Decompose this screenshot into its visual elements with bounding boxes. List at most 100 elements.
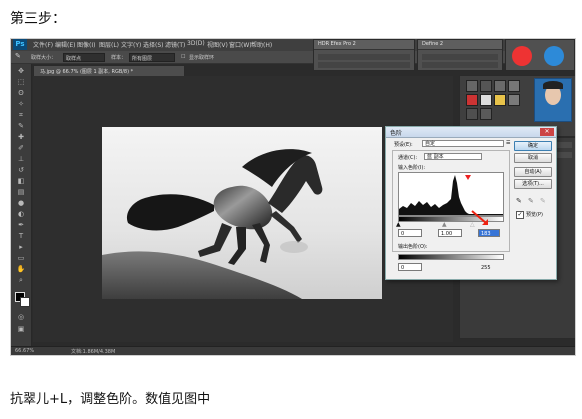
- adjustment-icon[interactable]: [466, 94, 478, 106]
- panel-define-title: Define 2: [422, 41, 444, 47]
- zoom-tool-icon[interactable]: ⌕: [15, 275, 27, 285]
- adjustment-icon[interactable]: [508, 80, 520, 92]
- menu-type[interactable]: 文字(Y): [121, 40, 141, 49]
- input-levels-label: 输入色阶(I):: [398, 165, 426, 171]
- adjustment-icon[interactable]: [480, 94, 492, 106]
- sample-size-select[interactable]: 取样点: [63, 53, 105, 62]
- cancel-button[interactable]: 取消: [514, 153, 552, 163]
- close-icon[interactable]: ✕: [540, 128, 554, 136]
- eyedropper-tool-icon[interactable]: ✎: [15, 121, 27, 131]
- panel-row[interactable]: [422, 54, 498, 60]
- menu-window[interactable]: 窗口(W): [229, 40, 252, 49]
- screen-mode-icon[interactable]: ▣: [15, 324, 27, 334]
- input-gray-field[interactable]: 1.00: [438, 229, 462, 237]
- adjustment-icon[interactable]: [494, 80, 506, 92]
- menu-view[interactable]: 视图(V): [207, 40, 228, 49]
- levels-dialog: 色阶 ✕ 预设(E): 自定 ☰ 通道(C): 蓝 副本 输入色阶(I): ▲ …: [385, 126, 557, 280]
- menu-help[interactable]: 帮助(H): [251, 40, 272, 49]
- share-icon[interactable]: [544, 46, 564, 66]
- quick-select-tool-icon[interactable]: ✧: [15, 99, 27, 109]
- zoom-level[interactable]: 66.67%: [15, 348, 34, 354]
- output-black-field[interactable]: 0: [398, 263, 422, 271]
- adjustment-icon[interactable]: [494, 94, 506, 106]
- output-white-value: 255: [481, 265, 491, 271]
- crop-tool-icon[interactable]: ⌗: [15, 110, 27, 120]
- auto-button[interactable]: 自动(A): [514, 167, 552, 177]
- photoshop-logo: Ps: [13, 39, 27, 50]
- panel-row[interactable]: [318, 62, 410, 68]
- gray-point-handle-icon[interactable]: ▲: [442, 221, 447, 228]
- stamp-tool-icon[interactable]: ⊥: [15, 154, 27, 164]
- eraser-tool-icon[interactable]: ◧: [15, 176, 27, 186]
- path-select-tool-icon[interactable]: ▸: [15, 242, 27, 252]
- input-white-value: 183: [481, 231, 491, 237]
- background-color-swatch[interactable]: [20, 297, 30, 307]
- lasso-tool-icon[interactable]: ʘ: [15, 88, 27, 98]
- shape-tool-icon[interactable]: ▭: [15, 253, 27, 263]
- channel-select[interactable]: 蓝 副本: [424, 153, 482, 160]
- adjustment-icon[interactable]: [466, 80, 478, 92]
- red-arrow-icon: [471, 210, 488, 225]
- menu-filter[interactable]: 滤镜(T): [165, 40, 185, 49]
- marquee-tool-icon[interactable]: ⬚: [15, 77, 27, 87]
- doc-size: 文档:1.86M/4.38M: [71, 349, 116, 355]
- sample-value: 所有图层: [132, 56, 153, 62]
- channel-value: 蓝 副本: [427, 154, 444, 160]
- healing-tool-icon[interactable]: ✚: [15, 132, 27, 142]
- quick-mask-icon[interactable]: ◎: [15, 312, 27, 322]
- input-white-field[interactable]: 183: [478, 229, 500, 237]
- ok-button[interactable]: 确定: [514, 141, 552, 151]
- show-ring-checkbox[interactable]: ☐: [181, 54, 185, 60]
- panel-row[interactable]: [422, 62, 498, 68]
- sample-size-label: 取样大小：: [31, 55, 57, 61]
- brush-tool-icon[interactable]: ✐: [15, 143, 27, 153]
- pen-tool-icon[interactable]: ✒: [15, 220, 27, 230]
- eyedropper-icon[interactable]: ✎: [15, 52, 21, 60]
- menu-layer[interactable]: 图层(L): [99, 40, 119, 49]
- levels-titlebar[interactable]: 色阶 ✕: [386, 127, 556, 138]
- preset-select[interactable]: 自定: [422, 140, 504, 147]
- adjustment-icon[interactable]: [480, 108, 492, 120]
- blur-tool-icon[interactable]: ●: [15, 198, 27, 208]
- weibo-icon[interactable]: [512, 46, 532, 66]
- adjustment-icon[interactable]: [480, 80, 492, 92]
- output-gradient-slider[interactable]: [398, 254, 504, 260]
- output-white-field[interactable]: 255: [478, 263, 500, 271]
- preset-value: 自定: [425, 141, 436, 147]
- input-black-field[interactable]: 0: [398, 229, 422, 237]
- panel-row[interactable]: [318, 54, 410, 60]
- sample-select[interactable]: 所有图层: [129, 53, 175, 62]
- input-black-value: 0: [401, 231, 405, 237]
- tools-panel: ✥ ⬚ ʘ ✧ ⌗ ✎ ✚ ✐ ⊥ ↺ ◧ ▤ ● ◐ ✒ T ▸ ▭ ✋ ⌕ …: [11, 64, 32, 346]
- hand-tool-icon[interactable]: ✋: [15, 264, 27, 274]
- black-point-handle-icon[interactable]: ▲: [396, 221, 401, 228]
- levels-title: 色阶: [390, 130, 403, 137]
- move-tool-icon[interactable]: ✥: [15, 66, 27, 76]
- gradient-tool-icon[interactable]: ▤: [15, 187, 27, 197]
- adjustment-icon[interactable]: [508, 94, 520, 106]
- preview-label: 预览(P): [526, 212, 543, 218]
- white-eyedropper-icon[interactable]: ✎: [540, 197, 546, 205]
- instruction-caption: 抗翠儿+L，调整色阶。数值见图中: [10, 392, 211, 407]
- menu-edit[interactable]: 编辑(E): [55, 40, 75, 49]
- menu-image[interactable]: 图像(I): [77, 40, 95, 49]
- options-button[interactable]: 选项(T)...: [514, 179, 552, 189]
- type-tool-icon[interactable]: T: [15, 231, 27, 241]
- sample-size-value: 取样点: [66, 56, 82, 62]
- panel-define-header: Define 2: [418, 40, 502, 50]
- black-eyedropper-icon[interactable]: ✎: [516, 197, 522, 205]
- menu-select[interactable]: 选择(S): [143, 40, 164, 49]
- preset-label: 预设(E):: [394, 142, 413, 148]
- menu-3d[interactable]: 3D(D): [187, 40, 205, 47]
- gray-eyedropper-icon[interactable]: ✎: [528, 197, 534, 205]
- menu-file[interactable]: 文件(F): [33, 40, 53, 49]
- preview-checkbox[interactable]: ✓: [516, 211, 524, 219]
- history-brush-tool-icon[interactable]: ↺: [15, 165, 27, 175]
- preset-options-icon[interactable]: ☰: [506, 140, 510, 146]
- histogram-marker-icon: [465, 175, 471, 180]
- dodge-tool-icon[interactable]: ◐: [15, 209, 27, 219]
- adjustment-icon[interactable]: [466, 108, 478, 120]
- sample-label: 样本：: [111, 55, 127, 61]
- show-ring-label: 显示取样环: [189, 55, 215, 61]
- panel-hdr-efex-header: HDR Efex Pro 2: [314, 40, 414, 50]
